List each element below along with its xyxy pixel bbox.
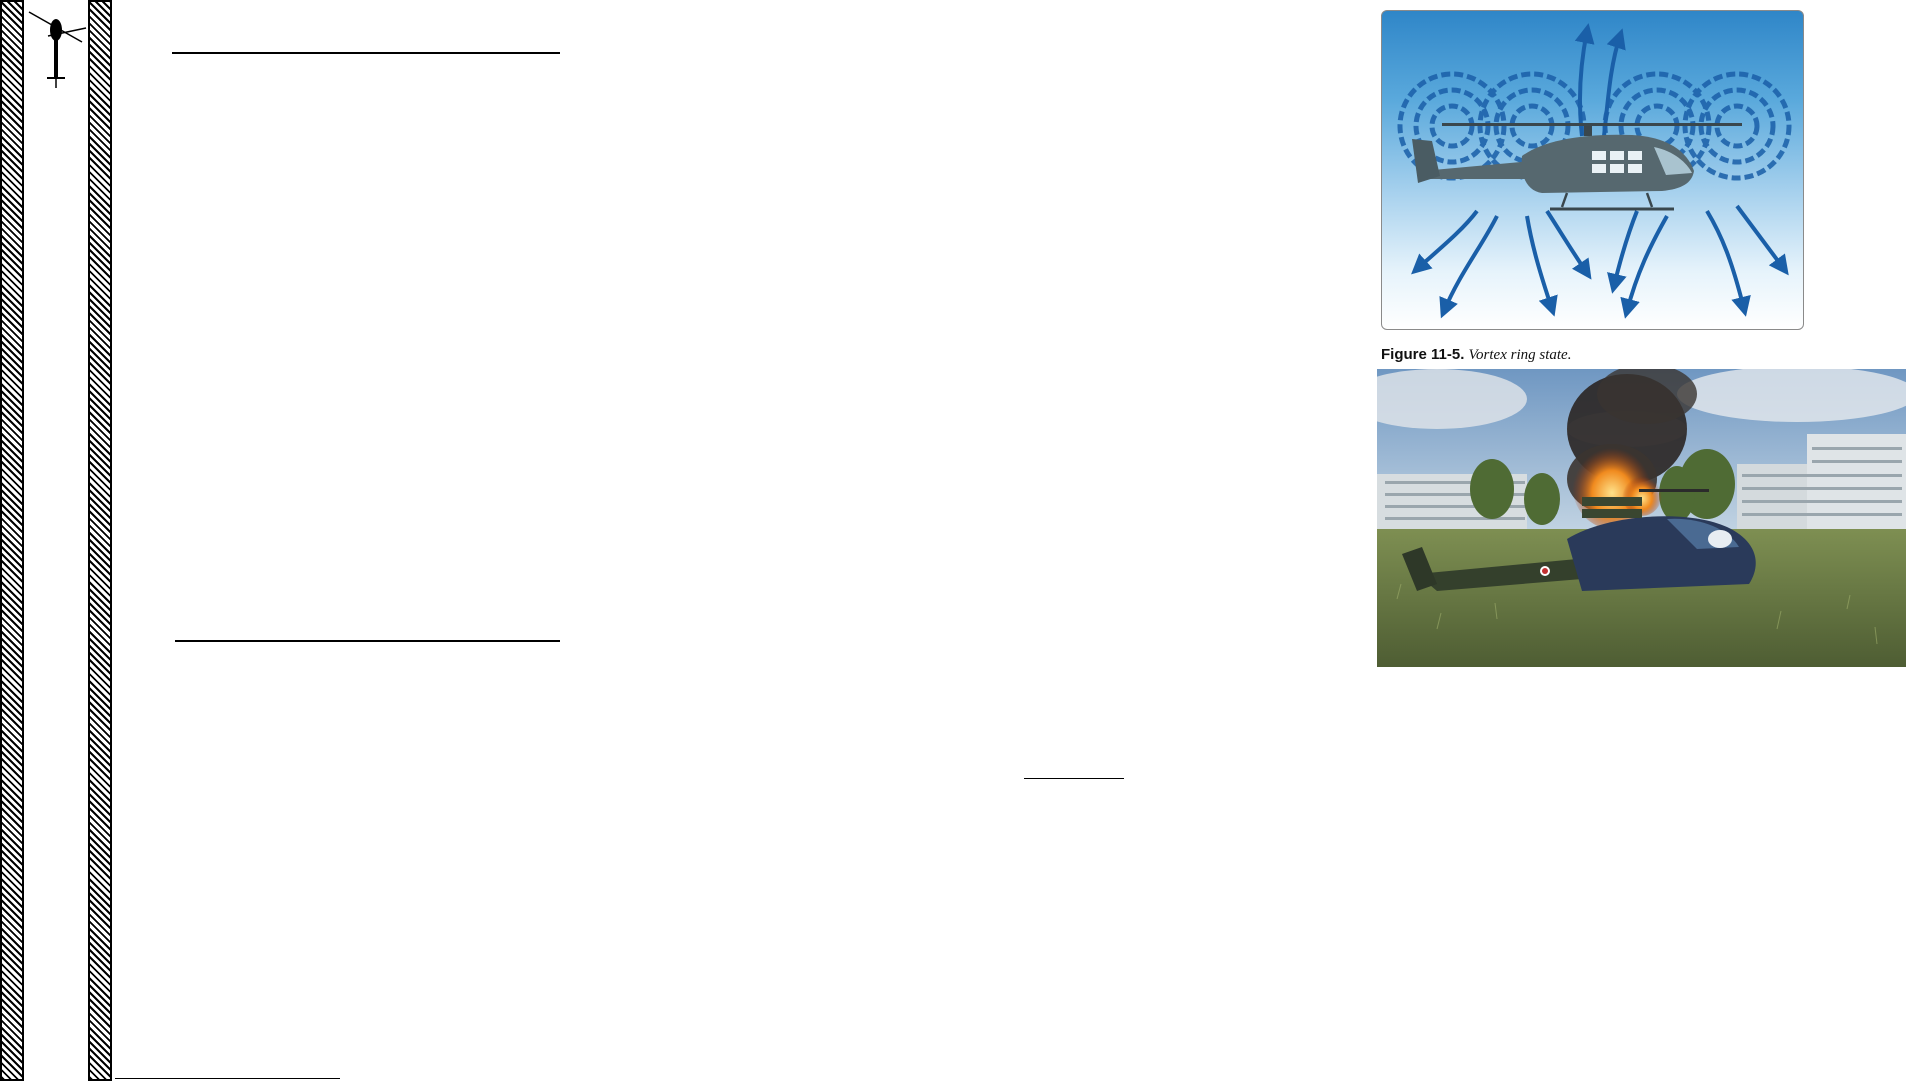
figure-label: Figure 11-5.: [1381, 346, 1465, 363]
section-rule-middle: [175, 640, 560, 642]
inner-margin-hatch: [88, 0, 112, 1081]
figure-caption: Figure 11-5. Vortex ring state.: [1381, 346, 1571, 364]
figure-caption-text: Vortex ring state.: [1468, 347, 1572, 363]
section-rule-top: [172, 52, 560, 54]
left-margin-hatch: [0, 0, 24, 1081]
helicopter-silhouette-icon: [28, 11, 87, 88]
downward-flow-arrows: [1411, 204, 1789, 319]
footnote-rule: [115, 1078, 340, 1079]
short-rule-center: [1024, 778, 1124, 779]
helicopter-crash-photo: [1377, 369, 1906, 667]
vortex-ring-illustration: [1381, 10, 1804, 330]
